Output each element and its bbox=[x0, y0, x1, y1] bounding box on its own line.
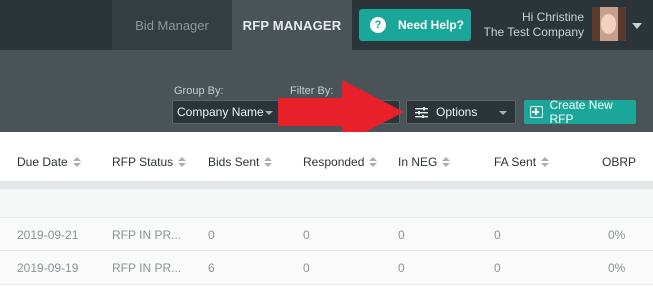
column-label: In NEG bbox=[398, 155, 438, 169]
column-header-obrp[interactable]: OBRP bbox=[602, 155, 636, 169]
table-cell: 2019-09-21 bbox=[17, 228, 79, 242]
group-by-select[interactable]: Company Name bbox=[172, 100, 282, 124]
table-cell: 0 bbox=[398, 261, 405, 275]
table-cell: 0% bbox=[608, 261, 626, 275]
group-row bbox=[0, 189, 653, 218]
need-help-label: Need Help? bbox=[398, 18, 465, 32]
table-cell: 0 bbox=[303, 228, 310, 242]
sort-icon bbox=[541, 156, 550, 168]
column-label: FA Sent bbox=[494, 155, 537, 169]
table-cell: 6 bbox=[208, 261, 215, 275]
column-label: Responded bbox=[303, 155, 365, 169]
table-row[interactable] bbox=[0, 218, 653, 251]
sort-icon bbox=[72, 156, 81, 168]
sort-icon bbox=[369, 156, 378, 168]
chevron-down-icon[interactable] bbox=[632, 23, 642, 29]
column-header-due-date[interactable]: Due Date bbox=[17, 155, 81, 169]
table-cell: RFP IN PR... bbox=[112, 261, 182, 275]
avatar[interactable] bbox=[592, 7, 626, 41]
tab-bid-manager[interactable]: Bid Manager bbox=[112, 0, 232, 50]
column-label: Due Date bbox=[17, 155, 68, 169]
sort-icon bbox=[264, 156, 273, 168]
create-new-rfp-button[interactable]: Create New RFP bbox=[524, 98, 636, 126]
chevron-down-icon bbox=[265, 111, 273, 115]
user-company: The Test Company bbox=[483, 25, 585, 39]
group-by-label: Group By: bbox=[174, 85, 224, 97]
table-cell: 0 bbox=[208, 228, 215, 242]
column-header-fa-sent[interactable]: FA Sent bbox=[494, 155, 550, 169]
column-header-bids-sent[interactable]: Bids Sent bbox=[208, 155, 273, 169]
need-help-button[interactable]: ? Need Help? bbox=[359, 9, 471, 41]
tab-rfp-manager[interactable]: RFP MANAGER bbox=[232, 0, 352, 50]
sliders-icon bbox=[415, 106, 428, 118]
column-label: OBRP bbox=[602, 155, 637, 169]
table-cell: RFP IN PR... bbox=[112, 228, 182, 242]
create-new-rfp-label: Create New RFP bbox=[549, 98, 613, 126]
question-icon: ? bbox=[370, 17, 386, 33]
column-header-rfp-status[interactable]: RFP Status bbox=[112, 155, 187, 169]
user-info[interactable]: Hi Christine The Test Company bbox=[482, 10, 585, 40]
table-row[interactable] bbox=[0, 252, 653, 285]
table-cell: 0 bbox=[494, 261, 501, 275]
add-icon bbox=[530, 106, 544, 118]
column-header-responded[interactable]: Responded bbox=[303, 155, 378, 169]
table-cell: 0 bbox=[398, 228, 405, 242]
table-divider bbox=[0, 182, 653, 189]
table-cell: 0 bbox=[494, 228, 501, 242]
table-cell: 0 bbox=[303, 261, 310, 275]
avatar-face bbox=[601, 14, 616, 34]
sort-icon bbox=[178, 156, 187, 168]
chevron-down-icon bbox=[499, 111, 507, 115]
column-label: Bids Sent bbox=[208, 155, 260, 169]
user-greeting: Hi Christine bbox=[521, 10, 584, 24]
table-cell: 0% bbox=[608, 228, 626, 242]
sort-icon bbox=[442, 156, 451, 168]
options-dropdown[interactable]: Options bbox=[406, 100, 516, 124]
column-label: RFP Status bbox=[112, 155, 174, 169]
column-header-in-neg[interactable]: In NEG bbox=[398, 155, 451, 169]
group-by-value: Company Name bbox=[177, 105, 264, 119]
table-cell: 2019-09-19 bbox=[17, 261, 79, 275]
options-label: Options bbox=[436, 105, 478, 119]
